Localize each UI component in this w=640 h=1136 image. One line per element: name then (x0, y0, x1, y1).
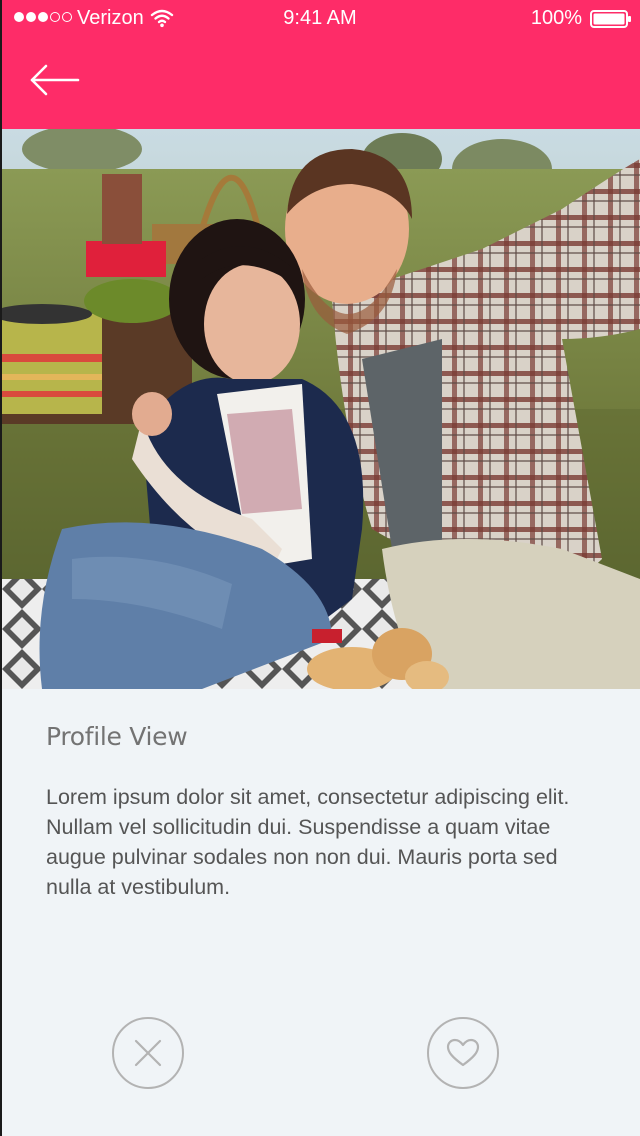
heart-icon (446, 1038, 480, 1067)
profile-photo (2, 129, 640, 689)
arrow-left-icon (30, 64, 80, 96)
profile-screen: Verizon 9:41 AM 100% Profile View Lorem … (0, 0, 640, 1136)
close-icon (134, 1039, 162, 1067)
profile-description: Lorem ipsum dolor sit amet, consectetur … (46, 785, 570, 899)
profile-title: Profile View (46, 722, 188, 751)
status-bar: Verizon 9:41 AM 100% (0, 0, 640, 38)
header-bar: Verizon 9:41 AM 100% (0, 0, 640, 129)
battery-percentage: 100% (530, 7, 582, 29)
screen-edge (0, 0, 2, 1136)
dislike-button[interactable] (112, 1017, 184, 1089)
battery-icon (590, 10, 631, 28)
like-button[interactable] (427, 1017, 499, 1089)
profile-photo-image (2, 129, 640, 689)
back-button[interactable] (24, 56, 84, 104)
